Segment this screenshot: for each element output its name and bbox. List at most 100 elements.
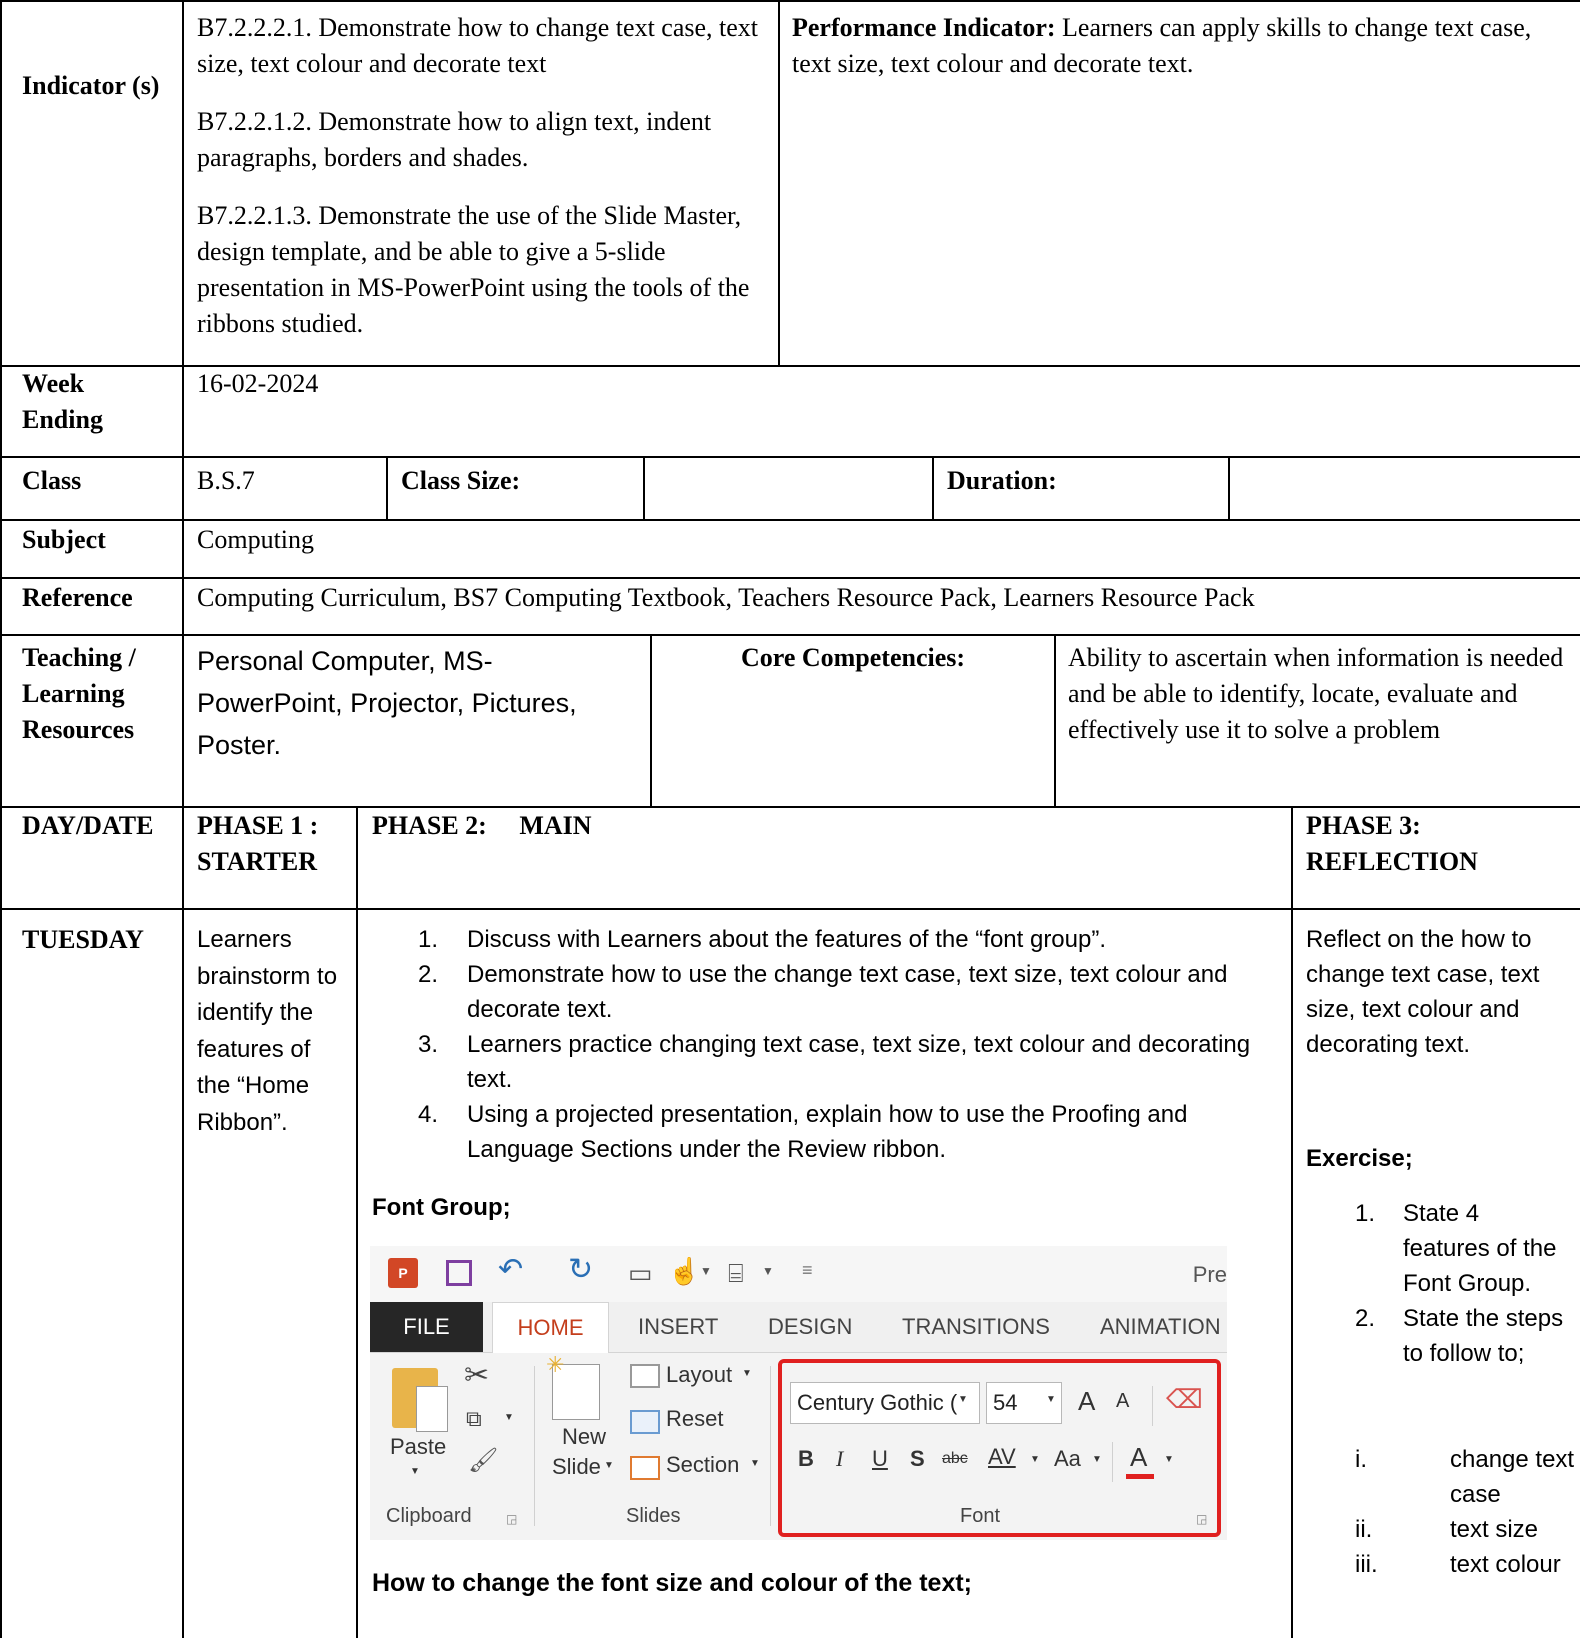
- slides-group-label: Slides: [626, 1505, 681, 1527]
- exercise-subitem-number: i.: [1355, 1446, 1367, 1473]
- main-item-number: 2.: [418, 961, 439, 988]
- indicator-list: B7.2.2.2.1. Demonstrate how to change te…: [197, 10, 767, 342]
- chevron-down-icon: ▼: [700, 1264, 712, 1278]
- reset-icon[interactable]: [630, 1410, 660, 1434]
- section-button[interactable]: Section: [666, 1452, 739, 1478]
- reflection-text: Reflect on the how to change text case, …: [1306, 926, 1540, 1058]
- exercise-sublist: i. change text case ii. text size iii. text…: [1355, 1442, 1580, 1582]
- ribbon-tabs: FILE HOME INSERT DESIGN TRANSITIONS ANIM…: [370, 1302, 1227, 1353]
- tab-home[interactable]: HOME: [492, 1302, 609, 1353]
- class-value: B.S.7: [197, 466, 255, 495]
- exercise-item: 2. State the steps to follow to;: [1355, 1301, 1565, 1371]
- tab-insert[interactable]: INSERT: [638, 1302, 718, 1352]
- customize-icon: ⌸: [728, 1258, 744, 1288]
- window-title: Pre: [1192, 1262, 1227, 1287]
- ribbon-screenshot: P ↶ ↻ ▭ ☝ ▼ ⌸ ▼ ≡ Pre FILE HOME INSERT D…: [370, 1246, 1227, 1540]
- chevron-down-icon: ▼: [750, 1458, 760, 1469]
- exercise-item-text: State 4 features of the Font Group.: [1403, 1200, 1557, 1297]
- main-item: 1. Discuss with Learners about the featur…: [418, 922, 1280, 957]
- copy-icon[interactable]: ⧉: [466, 1406, 482, 1432]
- exercise-subitem: i. change text case: [1355, 1442, 1580, 1512]
- new-slide-label-2[interactable]: Slide: [552, 1454, 601, 1480]
- week-label: Week Ending: [22, 369, 103, 434]
- chevron-down-icon: ▼: [742, 1368, 752, 1379]
- exercise-heading: Exercise;: [1306, 1145, 1413, 1172]
- clipboard-group-label: Clipboard: [386, 1505, 472, 1527]
- exercise-list: 1. State 4 features of the Font Group. 2.…: [1355, 1196, 1565, 1371]
- cut-icon[interactable]: ✂: [464, 1358, 489, 1393]
- main-item-text: Discuss with Learners about the features…: [467, 926, 1107, 953]
- redo-icon: ↻: [568, 1253, 594, 1286]
- subject-value: Computing: [197, 525, 315, 554]
- chevron-down-icon: ▼: [762, 1264, 774, 1278]
- format-painter-icon[interactable]: 🖌: [468, 1446, 498, 1475]
- duration-label: Duration:: [947, 466, 1057, 495]
- undo-icon: ↶: [498, 1253, 524, 1286]
- layout-icon[interactable]: [630, 1364, 660, 1388]
- indicator-label: Indicator (s): [22, 71, 160, 100]
- group-divider: [534, 1366, 535, 1526]
- tab-transitions[interactable]: TRANSITIONS: [902, 1302, 1050, 1352]
- main-item: 2. Demonstrate how to use the change text…: [418, 957, 1280, 1027]
- indicator-item: B7.2.2.2.1. Demonstrate how to change te…: [197, 13, 759, 78]
- main-item-number: 1.: [418, 926, 439, 953]
- touch-icon: ☝: [668, 1256, 701, 1286]
- resources-label: Teaching / Learning Resources: [22, 643, 136, 744]
- week-value: 16-02-2024: [197, 369, 319, 398]
- save-icon: [446, 1260, 472, 1286]
- main-item: 3. Learners practice changing text case, …: [418, 1027, 1280, 1097]
- performance-indicator: Performance Indicator: Learners can appl…: [792, 10, 1572, 82]
- exercise-subitem: iii. text colour: [1355, 1547, 1580, 1582]
- indicator-item: B7.2.2.1.3. Demonstrate the use of the S…: [197, 201, 750, 338]
- layout-button[interactable]: Layout: [666, 1362, 732, 1388]
- tab-animations[interactable]: ANIMATION: [1100, 1302, 1221, 1352]
- tab-file[interactable]: FILE: [370, 1302, 483, 1352]
- how-to-heading: How to change the font size and colour o…: [372, 1569, 973, 1597]
- paste-sheet-icon: [416, 1386, 448, 1432]
- exercise-subitem-text: text size: [1450, 1516, 1539, 1543]
- main-item-text: Learners practice changing text case, te…: [467, 1031, 1251, 1093]
- performance-label: Performance Indicator:: [792, 13, 1056, 42]
- chevron-down-icon: ▼: [410, 1466, 420, 1477]
- exercise-item-number: 2.: [1355, 1305, 1376, 1332]
- phase2-header: PHASE 2: MAIN: [372, 811, 592, 840]
- font-group-highlight: [778, 1359, 1221, 1537]
- tab-design[interactable]: DESIGN: [768, 1302, 852, 1352]
- main-item-number: 3.: [418, 1031, 439, 1058]
- slideshow-icon: ▭: [628, 1258, 653, 1288]
- new-slide-label[interactable]: New: [562, 1424, 606, 1450]
- core-competencies-value: Ability to ascertain when information is…: [1068, 643, 1564, 744]
- main-item-text: Using a projected presentation, explain …: [467, 1101, 1188, 1163]
- section-icon[interactable]: [630, 1456, 660, 1480]
- class-size-label: Class Size:: [401, 466, 521, 495]
- exercise-subitem-text: change text case: [1450, 1446, 1575, 1508]
- exercise-subitem-number: ii.: [1355, 1516, 1373, 1543]
- subject-label: Subject: [22, 525, 106, 554]
- paste-button[interactable]: Paste: [390, 1434, 446, 1460]
- starter-text: Learners brainstorm to identify the feat…: [197, 926, 338, 1136]
- chevron-down-icon: ▼: [504, 1412, 514, 1423]
- powerpoint-icon: P: [388, 1258, 418, 1288]
- phase3-header: PHASE 3: REFLECTION: [1306, 811, 1478, 876]
- day-date-header: DAY/DATE: [22, 811, 154, 840]
- exercise-subitem-number: iii.: [1355, 1551, 1378, 1578]
- dialog-launcher-icon[interactable]: ◲: [506, 1512, 517, 1526]
- exercise-subitem-text: text colour: [1450, 1551, 1561, 1578]
- exercise-subitem: ii. text size: [1355, 1512, 1580, 1547]
- main-item: 4. Using a projected presentation, explai…: [418, 1097, 1280, 1167]
- reset-button[interactable]: Reset: [666, 1406, 723, 1432]
- new-slide-star-icon: ✳: [546, 1352, 565, 1377]
- reference-label: Reference: [22, 583, 133, 612]
- chevron-down-icon: ▼: [604, 1460, 614, 1471]
- day-tuesday: TUESDAY: [22, 925, 144, 954]
- quick-access-toolbar: P ↶ ↻ ▭ ☝ ▼ ⌸ ▼ ≡ Pre: [370, 1246, 1227, 1302]
- indicator-item: B7.2.2.1.2. Demonstrate how to align tex…: [197, 107, 712, 172]
- exercise-item-number: 1.: [1355, 1200, 1376, 1227]
- class-label: Class: [22, 466, 82, 495]
- resources-value: Personal Computer, MS-PowerPoint, Projec…: [197, 646, 577, 760]
- main-item-text: Demonstrate how to use the change text c…: [467, 961, 1228, 1023]
- toolbar-options-icon: ≡: [802, 1260, 813, 1280]
- group-divider: [770, 1366, 771, 1526]
- reference-value: Computing Curriculum, BS7 Computing Text…: [197, 583, 1255, 612]
- core-competencies-label: Core Competencies:: [740, 643, 966, 672]
